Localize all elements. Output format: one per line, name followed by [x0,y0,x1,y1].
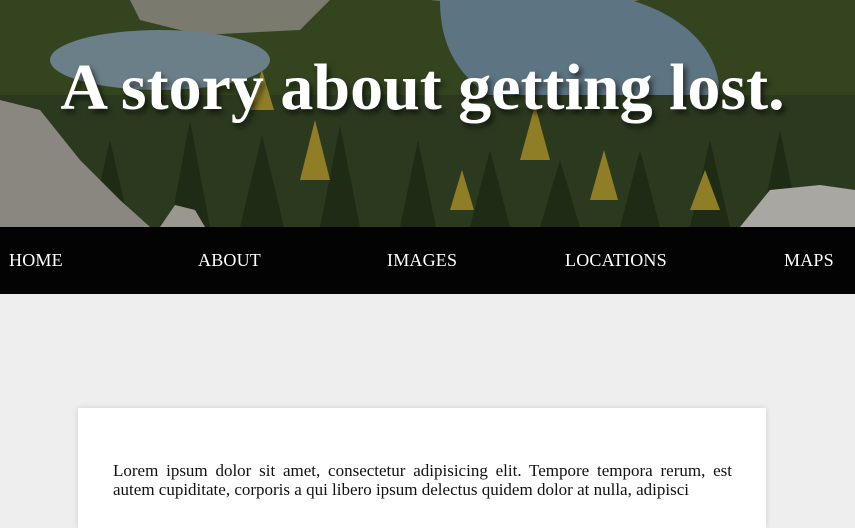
article-card: Lorem ipsum dolor sit amet, consectetur … [78,408,766,528]
article-paragraph: Lorem ipsum dolor sit amet, consectetur … [113,461,732,499]
nav-item-maps[interactable]: MAPS [784,249,834,271]
nav-item-locations[interactable]: LOCATIONS [565,249,667,271]
hero-title: A story about getting lost. [60,51,785,124]
nav-item-images[interactable]: IMAGES [387,249,457,271]
hero-banner: A story about getting lost. [0,0,855,227]
main-navigation: HOME ABOUT IMAGES LOCATIONS MAPS [0,227,855,294]
nav-item-home[interactable]: HOME [9,249,63,271]
nav-item-about[interactable]: ABOUT [198,249,261,271]
